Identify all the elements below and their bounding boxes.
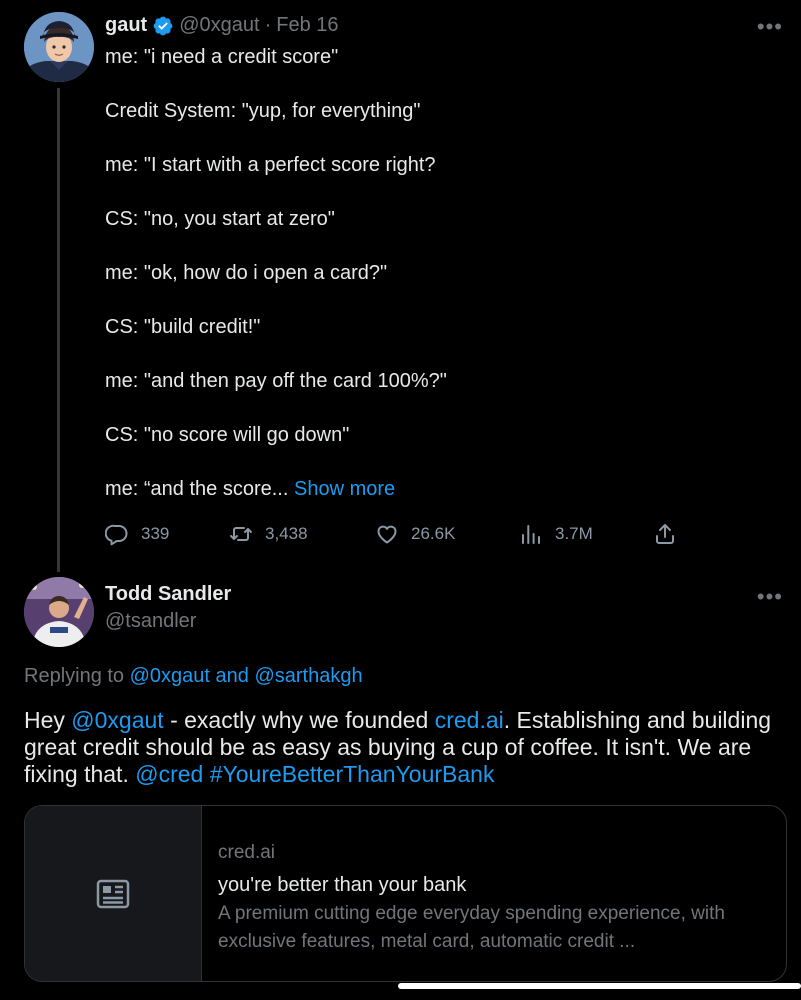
heart-icon [377, 525, 397, 544]
body-text: - exactly why we founded [163, 707, 435, 733]
truncated-text: me: “and the score... [105, 478, 289, 500]
tweet-line-truncated: me: “and the score... Show more [105, 476, 755, 503]
body-text: Hey [24, 707, 72, 733]
share-icon [656, 524, 674, 544]
view-count: 3.7M [555, 524, 593, 543]
replying-to-label: Replying to [24, 665, 125, 687]
replying-to-users-link[interactable]: @0xgaut and @sarthakgh [130, 665, 363, 687]
tweet-line: me: "I start with a perfect score right? [105, 154, 436, 176]
card-thumbnail [25, 806, 202, 981]
more-icon[interactable]: ••• [757, 16, 783, 38]
link-preview-card[interactable]: cred.ai you're better than your bank A p… [24, 805, 787, 982]
author-handle[interactable]: @tsandler [105, 610, 196, 633]
tweet-date[interactable]: Feb 16 [276, 14, 338, 37]
tweet-line: me: "i need a credit score" [105, 46, 339, 68]
author-handle[interactable]: @0xgaut [179, 14, 259, 37]
show-more-link[interactable]: Show more [294, 478, 395, 500]
views-icon [522, 525, 540, 544]
more-icon[interactable]: ••• [757, 586, 783, 608]
like-button[interactable]: 26.6K [375, 520, 455, 548]
avatar-gaut[interactable] [24, 12, 94, 82]
hashtag-link[interactable]: #YoureBetterThanYourBank [210, 761, 495, 787]
card-text: cred.ai you're better than your bank A p… [218, 840, 778, 956]
verified-badge-icon [152, 15, 174, 37]
tweet1-text: me: "i need a credit score" Credit Syste… [105, 44, 755, 503]
share-button[interactable] [653, 520, 677, 548]
author-name[interactable]: Todd Sandler [105, 583, 231, 606]
card-description: A premium cutting edge everyday spending… [218, 903, 725, 952]
retweet-count: 3,438 [265, 524, 308, 543]
tweet-line: Credit System: "yup, for everything" [105, 100, 421, 122]
retweet-icon [230, 527, 252, 541]
tweet1-action-bar: 339 3,438 26.6K 3.7M [105, 520, 685, 548]
avatar-todd-sandler[interactable] [24, 577, 94, 647]
screen: gaut @0xgaut · Feb 16 ••• me: "i need a … [0, 0, 801, 1000]
tweet-line: CS: "no score will go down" [105, 424, 350, 446]
card-domain: cred.ai [218, 842, 276, 863]
tweet-line: CS: "build credit!" [105, 316, 261, 338]
website-link[interactable]: cred.ai [435, 707, 504, 733]
mention-link[interactable]: @0xgaut [71, 707, 163, 733]
reply-icon [105, 524, 128, 546]
replying-to: Replying to @0xgaut and @sarthakgh [24, 665, 363, 688]
tweet-line: CS: "no, you start at zero" [105, 208, 335, 230]
card-title: you're better than your bank [218, 874, 467, 896]
reply-count: 339 [141, 524, 170, 543]
reply-button[interactable]: 339 [105, 520, 169, 548]
separator-dot: · [264, 14, 272, 36]
tweet-line: me: "and then pay off the card 100%?" [105, 370, 447, 392]
like-count: 26.6K [411, 524, 456, 543]
retweet-button[interactable]: 3,438 [229, 520, 308, 548]
author-name[interactable]: gaut [105, 14, 147, 37]
tweet2-body: Hey @0xgaut - exactly why we founded cre… [24, 707, 794, 788]
tweet-line: me: "ok, how do i open a card?" [105, 262, 388, 284]
home-indicator[interactable] [398, 983, 801, 989]
tweet1-header: gaut @0xgaut · Feb 16 [105, 14, 339, 37]
views-button[interactable]: 3.7M [519, 520, 593, 548]
article-icon [96, 879, 130, 908]
thread-connector-line [57, 88, 60, 572]
mention-link[interactable]: @cred [135, 761, 203, 787]
